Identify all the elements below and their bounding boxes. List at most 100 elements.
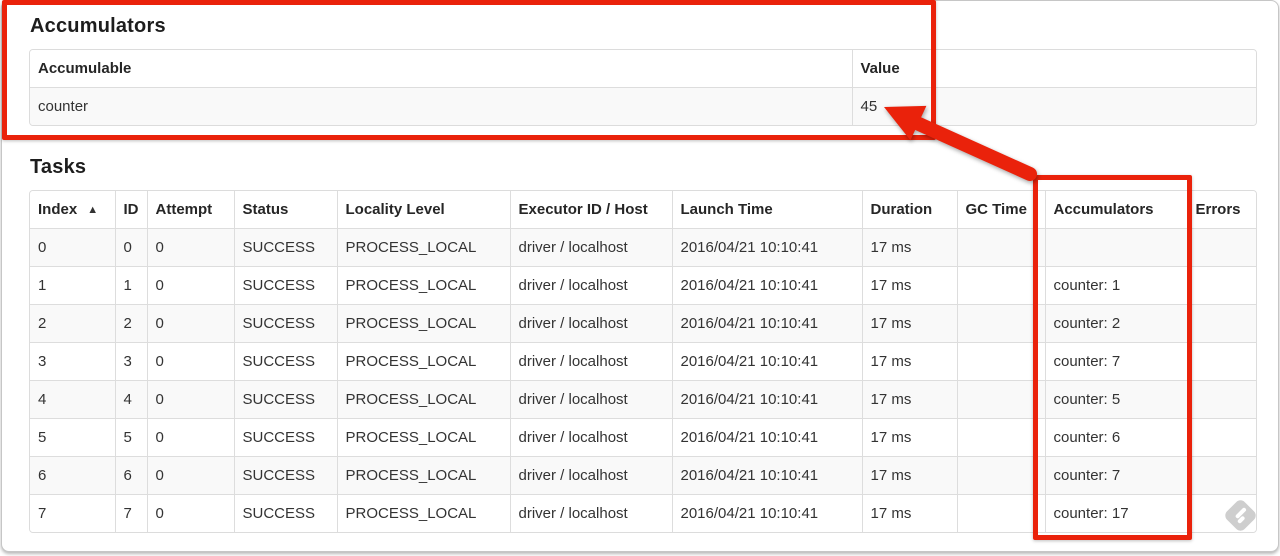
cell-locality: PROCESS_LOCAL [336, 380, 510, 419]
cell-status: SUCCESS [233, 304, 337, 343]
cell-attempt: 0 [146, 342, 234, 381]
cell-gc-time [956, 456, 1045, 495]
col-header-value[interactable]: Value [851, 50, 1256, 88]
cell-executor: driver / localhost [509, 380, 672, 419]
col-header-index[interactable]: Index ▲ [30, 191, 115, 229]
cell-locality: PROCESS_LOCAL [336, 304, 510, 343]
cell-errors [1186, 266, 1256, 305]
cell-accumulators: counter: 1 [1044, 266, 1187, 305]
cell-index: 7 [30, 494, 115, 532]
cell-gc-time [956, 342, 1045, 381]
col-header-accumulable[interactable]: Accumulable [30, 50, 852, 88]
cell-locality: PROCESS_LOCAL [336, 342, 510, 381]
task-row: 4 4 0 SUCCESS PROCESS_LOCAL driver / loc… [30, 380, 1256, 419]
col-header-launch-time[interactable]: Launch Time [671, 191, 862, 229]
cell-index: 3 [30, 342, 115, 381]
cell-accumulators: counter: 7 [1044, 456, 1187, 495]
cell-accumulators: counter: 17 [1044, 494, 1187, 532]
cell-launch-time: 2016/04/21 10:10:41 [671, 228, 862, 267]
cell-gc-time [956, 418, 1045, 457]
cell-id: 2 [114, 304, 147, 343]
cell-duration: 17 ms [861, 418, 957, 457]
sort-ascending-icon: ▲ [87, 204, 99, 216]
cell-launch-time: 2016/04/21 10:10:41 [671, 418, 862, 457]
cell-errors [1186, 228, 1256, 267]
cell-status: SUCCESS [233, 456, 337, 495]
accumulator-row: counter 45 [30, 87, 1256, 125]
cell-duration: 17 ms [861, 266, 957, 305]
col-header-index-label: Index [38, 201, 78, 218]
cell-gc-time [956, 494, 1045, 532]
task-row: 5 5 0 SUCCESS PROCESS_LOCAL driver / loc… [30, 418, 1256, 457]
cell-id: 4 [114, 380, 147, 419]
task-row: 6 6 0 SUCCESS PROCESS_LOCAL driver / loc… [30, 456, 1256, 495]
cell-errors [1186, 418, 1256, 457]
cell-gc-time [956, 380, 1045, 419]
task-row: 7 7 0 SUCCESS PROCESS_LOCAL driver / loc… [30, 494, 1256, 532]
cell-index: 5 [30, 418, 115, 457]
col-header-id[interactable]: ID [114, 191, 147, 229]
cell-id: 7 [114, 494, 147, 532]
col-header-accumulators[interactable]: Accumulators [1044, 191, 1187, 229]
cell-status: SUCCESS [233, 380, 337, 419]
col-header-executor-id-host[interactable]: Executor ID / Host [509, 191, 672, 229]
cell-gc-time [956, 228, 1045, 267]
cell-executor: driver / localhost [509, 304, 672, 343]
col-header-gc-time[interactable]: GC Time [956, 191, 1045, 229]
cell-executor: driver / localhost [509, 494, 672, 532]
cell-locality: PROCESS_LOCAL [336, 228, 510, 267]
cell-launch-time: 2016/04/21 10:10:41 [671, 380, 862, 419]
cell-accumulable-name: counter [30, 87, 852, 125]
cell-status: SUCCESS [233, 418, 337, 457]
cell-id: 5 [114, 418, 147, 457]
cell-accumulators: counter: 5 [1044, 380, 1187, 419]
cell-accumulable-value: 45 [851, 87, 1256, 125]
tasks-table: Index ▲ ID Attempt Status Locality Level … [29, 190, 1257, 533]
cell-index: 0 [30, 228, 115, 267]
cell-id: 3 [114, 342, 147, 381]
cell-locality: PROCESS_LOCAL [336, 494, 510, 532]
cell-index: 6 [30, 456, 115, 495]
accumulators-header-row: Accumulable Value [30, 50, 1256, 88]
col-header-errors[interactable]: Errors [1186, 191, 1256, 229]
cell-index: 4 [30, 380, 115, 419]
cell-gc-time [956, 266, 1045, 305]
cell-executor: driver / localhost [509, 266, 672, 305]
col-header-attempt[interactable]: Attempt [146, 191, 234, 229]
task-row: 0 0 0 SUCCESS PROCESS_LOCAL driver / loc… [30, 228, 1256, 267]
cell-duration: 17 ms [861, 304, 957, 343]
cell-executor: driver / localhost [509, 342, 672, 381]
page-frame: Accumulators Accumulable Value counter 4… [1, 0, 1279, 552]
cell-status: SUCCESS [233, 228, 337, 267]
cell-accumulators: counter: 7 [1044, 342, 1187, 381]
task-row: 2 2 0 SUCCESS PROCESS_LOCAL driver / loc… [30, 304, 1256, 343]
cell-duration: 17 ms [861, 228, 957, 267]
col-header-status[interactable]: Status [233, 191, 337, 229]
cell-attempt: 0 [146, 380, 234, 419]
cell-id: 6 [114, 456, 147, 495]
cell-index: 1 [30, 266, 115, 305]
accumulators-table: Accumulable Value counter 45 [29, 49, 1257, 126]
cell-errors [1186, 456, 1256, 495]
cell-id: 0 [114, 228, 147, 267]
cell-launch-time: 2016/04/21 10:10:41 [671, 456, 862, 495]
cell-gc-time [956, 304, 1045, 343]
cell-status: SUCCESS [233, 494, 337, 532]
cell-attempt: 0 [146, 418, 234, 457]
cell-errors [1186, 342, 1256, 381]
cell-launch-time: 2016/04/21 10:10:41 [671, 342, 862, 381]
cell-duration: 17 ms [861, 494, 957, 532]
cell-status: SUCCESS [233, 266, 337, 305]
col-header-locality-level[interactable]: Locality Level [336, 191, 510, 229]
cell-attempt: 0 [146, 228, 234, 267]
cell-duration: 17 ms [861, 380, 957, 419]
cell-executor: driver / localhost [509, 456, 672, 495]
cell-launch-time: 2016/04/21 10:10:41 [671, 266, 862, 305]
cell-attempt: 0 [146, 494, 234, 532]
cell-launch-time: 2016/04/21 10:10:41 [671, 494, 862, 532]
task-row: 3 3 0 SUCCESS PROCESS_LOCAL driver / loc… [30, 342, 1256, 381]
cell-attempt: 0 [146, 304, 234, 343]
cell-id: 1 [114, 266, 147, 305]
col-header-duration[interactable]: Duration [861, 191, 957, 229]
cell-launch-time: 2016/04/21 10:10:41 [671, 304, 862, 343]
